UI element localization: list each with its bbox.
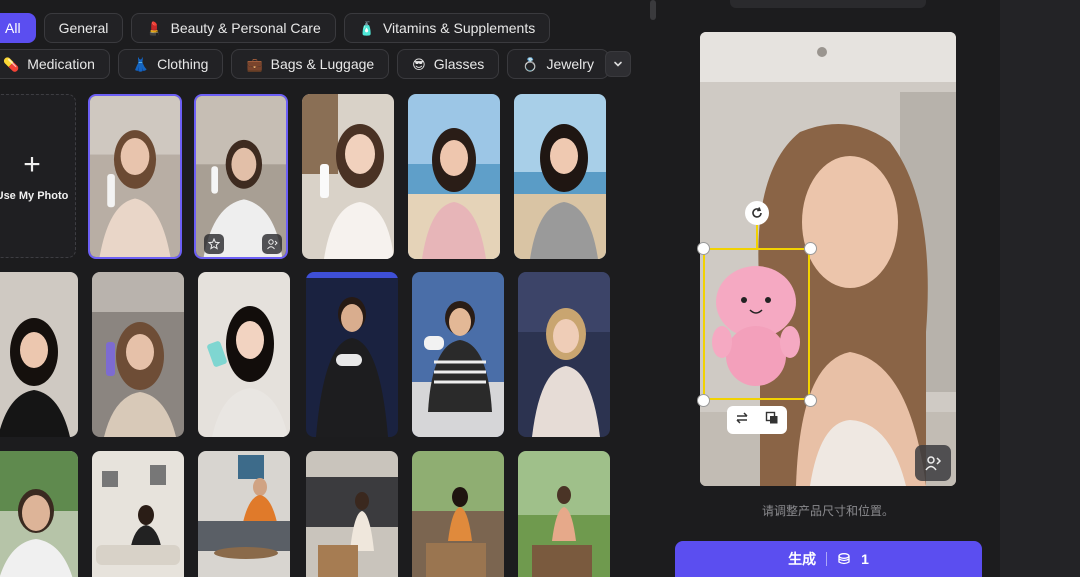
avatar-thumbnail[interactable] <box>518 451 610 577</box>
product-toolbar <box>727 406 787 434</box>
mode-tab-strip[interactable] <box>730 0 926 8</box>
sunglasses-face-icon: 😎 <box>412 56 426 72</box>
avatar-thumbnail[interactable] <box>306 272 398 437</box>
avatar-photo <box>412 451 504 577</box>
user-swap-icon <box>267 239 278 250</box>
briefcase-icon: 💼 <box>246 56 263 72</box>
rotate-button[interactable] <box>745 201 769 225</box>
avatar-photo <box>198 451 290 577</box>
category-chip-bags[interactable]: 💼 Bags & Luggage <box>231 49 390 79</box>
swap-person-button[interactable] <box>262 234 282 254</box>
category-chip-all[interactable]: All <box>0 13 36 43</box>
resize-handle-top-right[interactable] <box>804 242 817 255</box>
resize-handle-bottom-right[interactable] <box>804 394 817 407</box>
layer-order-button[interactable] <box>765 411 779 430</box>
avatar-thumbnail[interactable] <box>198 272 290 437</box>
avatar-photo <box>0 272 78 437</box>
avatar-thumbnail[interactable] <box>412 272 504 437</box>
avatar-thumbnail[interactable] <box>302 94 394 259</box>
avatar-thumbnail[interactable] <box>514 94 606 259</box>
layers-icon <box>765 411 778 423</box>
use-my-photo-tile[interactable]: + Use My Photo <box>0 94 76 258</box>
category-chip-beauty[interactable]: 💄 Beauty & Personal Care <box>131 13 336 43</box>
chevron-down-icon <box>614 61 622 67</box>
generate-button[interactable]: 生成 1 <box>675 541 982 577</box>
plus-icon: + <box>23 148 41 181</box>
avatar-photo <box>412 272 504 437</box>
avatar-photo <box>518 272 610 437</box>
avatar-thumbnail[interactable] <box>0 451 78 577</box>
swap-avatar-button[interactable] <box>915 445 951 481</box>
avatar-photo <box>90 96 180 257</box>
avatar-thumbnail[interactable] <box>194 94 288 259</box>
category-chip-clothing[interactable]: 👗 Clothing <box>117 49 224 79</box>
swap-product-button[interactable] <box>735 411 749 430</box>
pill-icon: 💊 <box>3 56 20 72</box>
favorite-button[interactable] <box>204 234 224 254</box>
dress-icon: 👗 <box>132 56 150 72</box>
avatar-photo <box>92 272 184 437</box>
avatar-thumbnail[interactable] <box>518 272 610 437</box>
resize-handle-bottom-left[interactable] <box>697 394 710 407</box>
avatar-thumbnail[interactable] <box>408 94 500 259</box>
avatar-thumbnail[interactable] <box>306 451 398 577</box>
adjust-hint-text: 请调整产品尺寸和位置。 <box>761 504 894 518</box>
user-swap-icon <box>925 456 942 471</box>
rotate-connector <box>756 222 758 248</box>
expand-categories-button[interactable] <box>605 51 631 77</box>
use-my-photo-label: Use My Photo <box>0 190 69 202</box>
ring-icon: 💍 <box>522 56 539 72</box>
avatar-photo <box>92 451 184 577</box>
avatar-photo <box>198 272 290 437</box>
right-edge-panel <box>1000 0 1080 577</box>
credits-coin-icon <box>838 553 850 565</box>
avatar-thumbnail[interactable] <box>88 94 182 259</box>
product-bounding-box[interactable] <box>703 248 810 400</box>
swap-arrows-icon <box>736 411 748 424</box>
category-row-1: All General 💄 Beauty & Personal Care 🧴 V… <box>0 13 551 43</box>
avatar-photo <box>306 272 398 437</box>
lipstick-icon: 💄 <box>146 20 163 36</box>
avatar-thumbnail[interactable] <box>198 451 290 577</box>
avatar-thumbnail[interactable] <box>92 272 184 437</box>
divider <box>826 552 828 566</box>
avatar-photo <box>0 451 78 577</box>
avatar-photo <box>306 451 398 577</box>
avatar-thumbnail[interactable] <box>92 451 184 577</box>
generate-label: 生成 <box>788 551 817 567</box>
resize-handle-top-left[interactable] <box>697 242 710 255</box>
avatar-thumbnail[interactable] <box>0 272 78 437</box>
category-chip-vitamins[interactable]: 🧴 Vitamins & Supplements <box>343 13 551 43</box>
avatar-photo <box>518 451 610 577</box>
bottle-icon: 🧴 <box>358 20 375 36</box>
category-chip-glasses[interactable]: 😎 Glasses <box>397 49 500 79</box>
category-chip-general[interactable]: General <box>43 13 124 43</box>
category-chip-jewelry[interactable]: 💍 Jewelry <box>507 49 609 79</box>
category-row-2: 💊 Medication 👗 Clothing 💼 Bags & Luggage… <box>0 49 609 79</box>
category-chip-medication[interactable]: 💊 Medication <box>0 49 110 79</box>
rotate-icon <box>752 207 762 218</box>
avatar-photo <box>302 94 394 259</box>
avatar-photo <box>196 96 286 257</box>
star-icon <box>208 238 220 250</box>
avatar-photo <box>514 94 606 259</box>
avatar-photo <box>408 94 500 259</box>
avatar-library-panel: All General 💄 Beauty & Personal Care 🧴 V… <box>0 0 650 577</box>
avatar-thumbnail[interactable] <box>412 451 504 577</box>
credits-count: 1 <box>861 551 869 567</box>
